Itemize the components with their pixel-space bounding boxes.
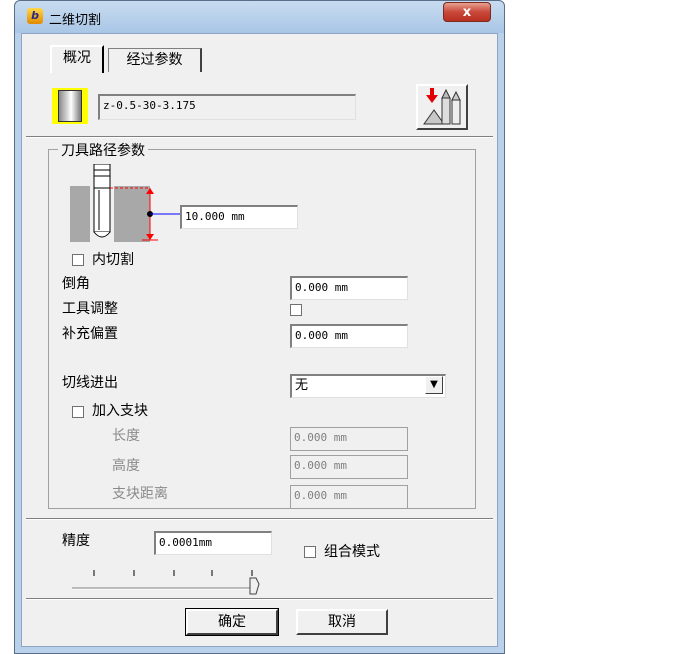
cut-depth-diagram xyxy=(70,164,180,244)
app-icon: b xyxy=(27,8,43,24)
length-label: 长度 xyxy=(112,428,140,444)
tab-overview[interactable]: 概况 xyxy=(50,45,104,73)
chamfer-input[interactable]: 0.000 mm xyxy=(290,276,408,300)
combo-mode-checkbox[interactable] xyxy=(304,546,316,558)
tool-select-icon xyxy=(423,88,461,125)
add-tabs-checkbox[interactable] xyxy=(72,406,84,418)
add-tabs-label: 加入支块 xyxy=(92,403,148,419)
window-title: 二维切割 xyxy=(49,13,102,28)
height-label: 高度 xyxy=(112,458,140,474)
tool-adjust-checkbox[interactable] xyxy=(290,304,302,316)
cancel-button[interactable]: 取消 xyxy=(296,609,388,635)
select-tool-button[interactable] xyxy=(416,84,468,130)
precision-label: 精度 xyxy=(62,533,90,549)
title-bar[interactable]: b 二维切割 x xyxy=(15,1,504,33)
tab-pass-parameters[interactable]: 经过参数 xyxy=(108,48,202,72)
extra-offset-label: 补充偏置 xyxy=(62,326,118,342)
inner-cut-label: 内切割 xyxy=(92,252,134,268)
tool-swatch xyxy=(52,88,88,124)
lead-in-out-label: 切线进出 xyxy=(62,375,118,391)
dialog-client: 概况 经过参数 z-0.5-30-3.175 刀具路径参数 10.000 mm … xyxy=(21,33,498,647)
inner-cut-checkbox[interactable] xyxy=(72,254,84,266)
tool-name-field[interactable]: z-0.5-30-3.175 xyxy=(98,94,356,120)
ok-button[interactable]: 确定 xyxy=(185,608,279,636)
tool-adjust-label: 工具调整 xyxy=(62,301,118,317)
dialog-window: b 二维切割 x 概况 经过参数 z-0.5-30-3.175 刀具路径参数 1… xyxy=(14,0,505,654)
precision-slider[interactable] xyxy=(66,568,266,598)
combo-mode-label: 组合模式 xyxy=(324,544,380,560)
separator xyxy=(26,518,493,520)
separator xyxy=(26,598,493,600)
cut-depth-input[interactable]: 10.000 mm xyxy=(180,205,298,229)
precision-input[interactable]: 0.0001mm xyxy=(154,531,272,555)
dropdown-arrow-icon[interactable]: ▼ xyxy=(425,376,443,394)
tab-distance-label: 支块距离 xyxy=(112,486,168,502)
tab-distance-input: 0.000 mm xyxy=(290,485,408,509)
close-button[interactable]: x xyxy=(443,2,491,22)
extra-offset-input[interactable]: 0.000 mm xyxy=(290,324,408,348)
length-input: 0.000 mm xyxy=(290,427,408,451)
chamfer-label: 倒角 xyxy=(62,276,90,292)
group-title: 刀具路径参数 xyxy=(58,140,148,160)
lead-in-out-value: 无 xyxy=(295,378,309,393)
tool-cylinder-icon xyxy=(58,90,82,122)
height-input: 0.000 mm xyxy=(290,455,408,479)
separator xyxy=(26,136,493,138)
lead-in-out-select[interactable]: 无 xyxy=(290,374,446,398)
